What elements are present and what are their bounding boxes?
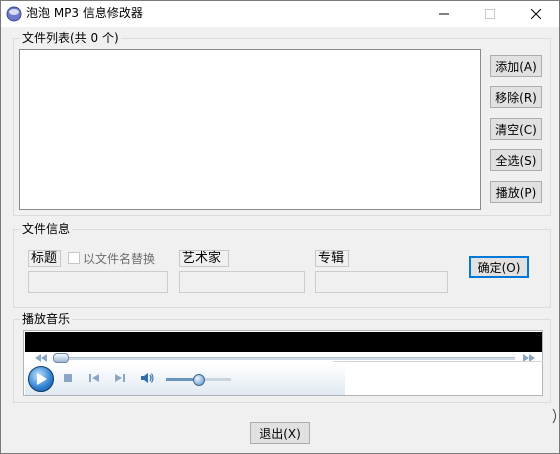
play-button[interactable]: 播放(P) — [490, 181, 542, 203]
exit-button[interactable]: 退出(X) — [250, 422, 310, 444]
replace-filename-label[interactable]: 以文件名替换 — [83, 252, 155, 266]
next-track-icon[interactable] — [114, 372, 126, 384]
title-label: 标题 — [31, 251, 58, 266]
artist-field[interactable] — [179, 271, 305, 293]
separator-line — [333, 361, 543, 362]
remove-button[interactable]: 移除(R) — [490, 86, 542, 108]
minimize-button[interactable] — [421, 1, 467, 27]
file-listbox[interactable] — [19, 49, 481, 210]
close-button[interactable] — [513, 1, 559, 27]
media-player[interactable] — [23, 330, 543, 396]
album-field[interactable] — [315, 271, 448, 293]
video-area — [25, 332, 542, 352]
clear-button[interactable]: 清空(C) — [490, 118, 542, 140]
ok-button[interactable]: 确定(O) — [469, 256, 529, 278]
maximize-button — [467, 1, 513, 27]
player-label: 播放音乐 — [20, 312, 73, 326]
app-icon — [6, 6, 22, 22]
select-all-button[interactable]: 全选(S) — [490, 149, 542, 171]
title-bar[interactable]: 泡泡 MP3 信息修改器 — [1, 1, 559, 27]
seek-track[interactable] — [53, 357, 515, 360]
player-play-button[interactable] — [28, 366, 54, 392]
resize-grip-icon[interactable] — [551, 401, 559, 431]
previous-track-icon[interactable] — [88, 372, 100, 384]
rewind-icon[interactable] — [35, 354, 47, 362]
file-info-label: 文件信息 — [20, 222, 73, 236]
add-button[interactable]: 添加(A) — [490, 55, 542, 77]
play-icon — [37, 373, 47, 385]
minimize-icon — [439, 13, 449, 15]
close-icon — [531, 9, 541, 19]
maximize-icon — [485, 9, 495, 19]
seek-bar[interactable] — [25, 352, 542, 364]
volume-thumb[interactable] — [193, 374, 205, 386]
stop-icon[interactable] — [62, 372, 74, 384]
title-field[interactable] — [28, 271, 168, 293]
window-title: 泡泡 MP3 信息修改器 — [26, 6, 143, 20]
seek-thumb[interactable] — [53, 353, 69, 363]
volume-icon[interactable] — [140, 371, 154, 385]
album-label: 专辑 — [318, 251, 345, 266]
player-controls — [25, 364, 345, 395]
main-window: 泡泡 MP3 信息修改器 文件列表(共 0 个) 添加(A) 移除(R) 清空(… — [0, 0, 560, 454]
artist-label: 艺术家 — [182, 251, 222, 266]
replace-filename-checkbox[interactable] — [68, 252, 80, 264]
file-list-label: 文件列表(共 0 个) — [20, 31, 121, 45]
